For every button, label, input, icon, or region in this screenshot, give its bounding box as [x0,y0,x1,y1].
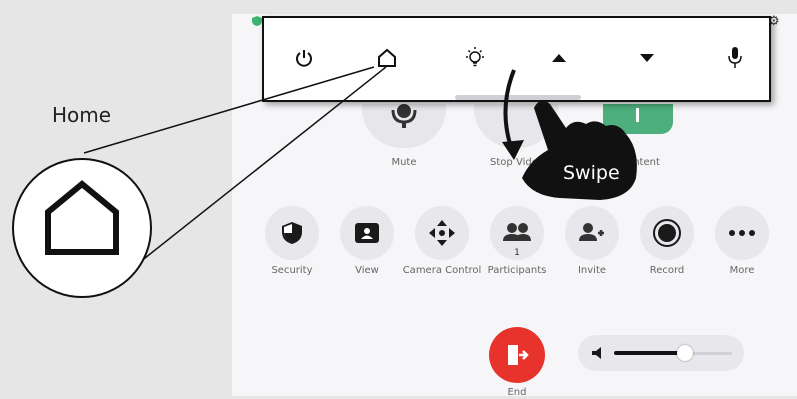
home-zoom-callout [12,158,152,298]
pointing-hand-icon [522,100,637,200]
callout-line-top [83,66,375,154]
swipe-arrowhead-icon [502,140,524,160]
callout-line-bottom [139,66,387,263]
home-icon [45,180,119,255]
swipe-annotation-label: Swipe [563,162,620,184]
home-annotation-label: Home [52,103,112,127]
swipe-arrow-icon [503,69,516,151]
